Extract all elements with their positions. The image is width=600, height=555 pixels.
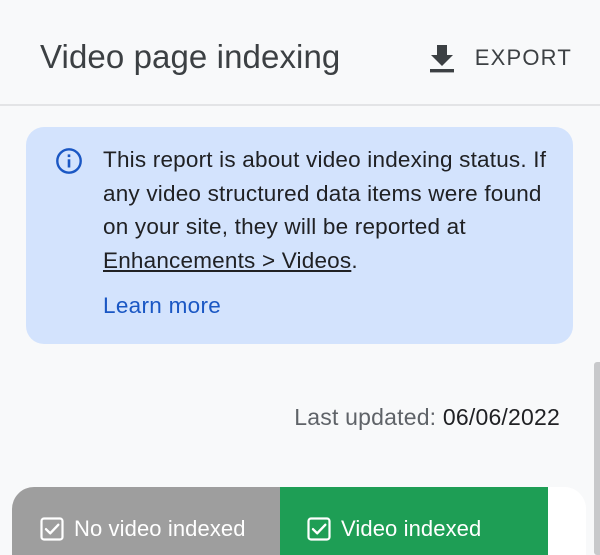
learn-more-link[interactable]: Learn more: [103, 291, 221, 321]
page-title: Video page indexing: [40, 38, 341, 75]
info-banner: This report is about video indexing stat…: [26, 127, 573, 344]
last-updated: Last updated: 06/06/2022: [294, 401, 560, 433]
download-icon: [429, 45, 454, 73]
export-button[interactable]: EXPORT: [429, 38, 572, 78]
last-updated-date: 06/06/2022: [442, 404, 560, 430]
no-video-indexed-tab[interactable]: No video indexed: [12, 487, 280, 555]
report-header: Video page indexing EXPORT: [0, 0, 600, 106]
checkbox-checked-icon[interactable]: [307, 517, 331, 541]
summary-card-remainder: [548, 487, 586, 555]
checkbox-checked-icon[interactable]: [40, 517, 64, 541]
video-indexed-tab[interactable]: Video indexed: [280, 487, 548, 555]
video-indexing-page: Video page indexing EXPORT This report i…: [0, 0, 600, 555]
scrollbar[interactable]: [594, 362, 600, 555]
no-video-indexed-label: No video indexed: [74, 516, 246, 541]
info-message: This report is about video indexing stat…: [103, 143, 558, 277]
last-updated-label: Last updated:: [294, 404, 443, 430]
info-message-text: This report is about video indexing stat…: [103, 147, 547, 239]
summary-cards: No video indexed Video indexed: [12, 487, 586, 555]
info-message-period: .: [351, 247, 358, 273]
enhancements-videos-link[interactable]: Enhancements > Videos: [103, 248, 351, 273]
info-icon: [56, 148, 82, 174]
export-label: EXPORT: [474, 45, 572, 70]
video-indexed-label: Video indexed: [341, 516, 482, 541]
